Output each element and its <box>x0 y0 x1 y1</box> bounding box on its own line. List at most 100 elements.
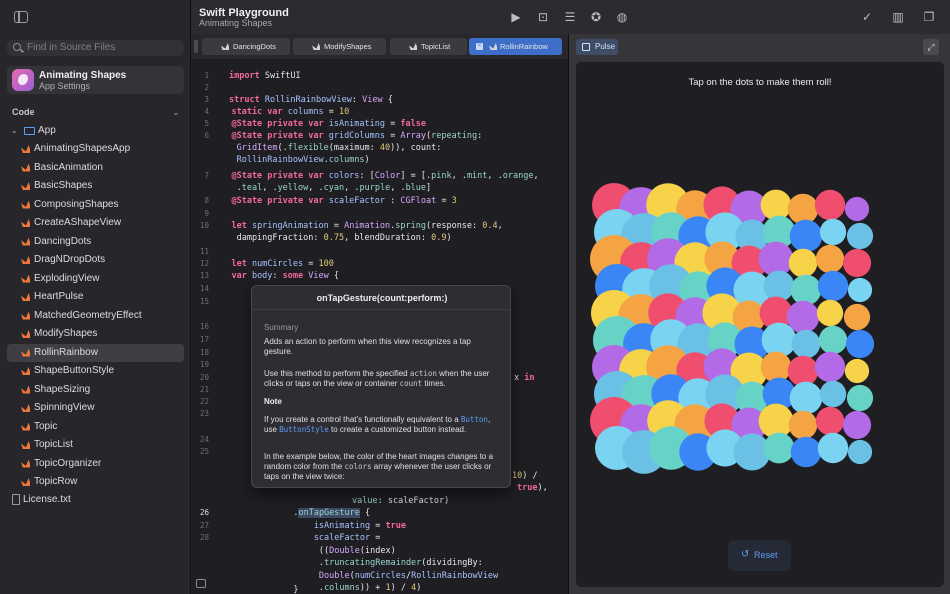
dot[interactable] <box>790 274 822 306</box>
code-line[interactable]: 3 struct RollinRainbowView: View { <box>191 94 568 106</box>
pulse-button[interactable]: Pulse <box>576 39 618 55</box>
sidebar-file-dancingdots[interactable]: DancingDots <box>7 233 184 251</box>
quick-help-popover[interactable]: onTapGesture(count:perform:) Summary Add… <box>251 285 511 488</box>
dot[interactable] <box>819 380 847 408</box>
code-line[interactable]: } <box>191 583 568 594</box>
code-line[interactable]: .truncatingRemainder(dividingBy: <box>191 557 568 569</box>
code-line[interactable]: 8 @State private var scaleFactor : CGFlo… <box>191 195 568 207</box>
play-icon[interactable]: ▶ <box>509 10 523 24</box>
code-line[interactable]: 26 .onTapGesture { <box>191 507 568 519</box>
dot[interactable] <box>787 193 819 225</box>
sidebar-file-shapebuttonstyle[interactable]: ShapeButtonStyle <box>7 362 184 380</box>
stop-icon[interactable]: ⊡ <box>536 10 550 24</box>
dot[interactable] <box>763 432 795 464</box>
tab-modifyshapes[interactable]: ModifyShapes <box>293 38 386 55</box>
dot[interactable] <box>847 277 873 303</box>
file-license[interactable]: License.txt <box>7 491 184 509</box>
code-line[interactable]: dampingFraction: 0.75, blendDuration: 0.… <box>191 232 568 244</box>
dot[interactable] <box>844 358 870 384</box>
tab-topiclist[interactable]: TopicList <box>390 38 467 55</box>
code-line[interactable]: 9 <box>191 208 568 220</box>
sidebar-file-basicshapes[interactable]: BasicShapes <box>7 177 184 195</box>
code-line[interactable]: 27 isAnimating = true <box>191 520 568 532</box>
library-icon[interactable]: ▥ <box>891 10 905 24</box>
dot[interactable] <box>817 270 849 302</box>
sidebar-file-shapesizing[interactable]: ShapeSizing <box>7 381 184 399</box>
dot[interactable] <box>760 189 792 221</box>
dot[interactable] <box>819 218 847 246</box>
code-line[interactable]: 7 @State private var colors: [Color] = [… <box>191 170 568 182</box>
code-line[interactable]: 12 let numCircles = 100 <box>191 258 568 270</box>
dot[interactable] <box>816 299 844 327</box>
sidebar-file-rollinrainbow[interactable]: RollinRainbow <box>7 343 184 362</box>
section-header-code[interactable]: Code <box>12 107 35 117</box>
project-settings-item[interactable]: Animating Shapes App Settings <box>7 66 184 94</box>
sidebar-file-topic[interactable]: Topic <box>7 418 184 436</box>
button-doc-link[interactable]: Button <box>461 415 488 424</box>
code-line[interactable]: .teal, .yellow, .cyan, .purple, .blue] <box>191 182 568 194</box>
sidebar-file-topicorganizer[interactable]: TopicOrganizer <box>7 455 184 473</box>
sidebar-file-modifyshapes[interactable]: ModifyShapes <box>7 325 184 343</box>
search-input[interactable]: Find in Source Files <box>7 40 184 56</box>
code-line[interactable]: RollinRainbowView.columns) <box>191 154 568 166</box>
folder-app[interactable]: ⌄ App <box>7 122 184 140</box>
sidebar-file-composingshapes[interactable]: ComposingShapes <box>7 196 184 214</box>
code-line[interactable]: GridItem(.flexible(maximum: 40)), count: <box>191 142 568 154</box>
dots-grid[interactable] <box>576 62 944 587</box>
dot[interactable] <box>846 222 874 250</box>
dot[interactable] <box>791 329 821 359</box>
dot[interactable] <box>789 381 823 415</box>
dot[interactable] <box>842 248 872 278</box>
tab-dancingdots[interactable]: DancingDots <box>202 38 290 55</box>
dot[interactable] <box>788 248 818 278</box>
dot[interactable] <box>818 325 848 355</box>
dot[interactable] <box>847 439 873 465</box>
code-line[interactable]: 2 <box>191 82 568 94</box>
sidebar-toggle-icon[interactable] <box>14 11 28 23</box>
windows-icon[interactable]: ❐ <box>922 10 936 24</box>
dot[interactable] <box>790 436 822 468</box>
sidebar-file-topicrow[interactable]: TopicRow <box>7 473 184 491</box>
code-line[interactable]: 10 let springAnimation = Animation.sprin… <box>191 220 568 232</box>
dot[interactable] <box>843 303 871 331</box>
code-line[interactable]: value: scaleFactor) <box>191 495 568 507</box>
sidebar-file-matchedgeometryeffect[interactable]: MatchedGeometryEffect <box>7 307 184 325</box>
dot[interactable] <box>846 384 874 412</box>
code-line[interactable]: 28 scaleFactor = <box>191 532 568 544</box>
dot[interactable] <box>844 196 870 222</box>
dot[interactable] <box>760 351 792 383</box>
dot[interactable] <box>789 219 823 253</box>
sidebar-file-explodingview[interactable]: ExplodingView <box>7 270 184 288</box>
dot[interactable] <box>842 410 872 440</box>
dot[interactable] <box>817 432 849 464</box>
reset-button[interactable]: ↺ Reset <box>728 540 791 571</box>
code-line[interactable]: 11 <box>191 246 568 258</box>
dot[interactable] <box>788 410 818 440</box>
dot[interactable] <box>815 406 845 436</box>
code-line[interactable]: 13 var body: some View { <box>191 270 568 282</box>
sidebar-file-dragndropdots[interactable]: DragNDropDots <box>7 251 184 269</box>
close-icon[interactable]: × <box>476 43 483 50</box>
dot[interactable] <box>814 189 846 221</box>
tab-rollinrainbow[interactable]: × RollinRainbow <box>469 38 562 55</box>
code-line[interactable]: 4 static var columns = 10 <box>191 106 568 118</box>
checkmark-circle-icon[interactable]: ✓ <box>860 10 874 24</box>
preview-canvas[interactable]: Tap on the dots to make them roll! ↺ Res… <box>576 62 944 587</box>
console-toggle-icon[interactable] <box>196 579 206 588</box>
dot[interactable] <box>787 355 819 387</box>
code-line[interactable]: Double(numCircles/RollinRainbowView <box>191 570 568 582</box>
settings-sliders-icon[interactable]: ☰ <box>563 10 577 24</box>
chevron-down-icon[interactable]: ⌄ <box>172 107 180 118</box>
buttonstyle-doc-link[interactable]: ButtonStyle <box>279 425 329 434</box>
star-badge-icon[interactable]: ✪ <box>589 10 603 24</box>
sidebar-file-topiclist[interactable]: TopicList <box>7 436 184 454</box>
sidebar-file-heartpulse[interactable]: HeartPulse <box>7 288 184 306</box>
code-line[interactable]: 6 @State private var gridColumns = Array… <box>191 130 568 142</box>
dot[interactable] <box>845 329 875 359</box>
dot[interactable] <box>814 351 846 383</box>
dot[interactable] <box>815 244 845 274</box>
code-line[interactable]: 5 @State private var isAnimating = false <box>191 118 568 130</box>
expand-icon[interactable]: ⤢ <box>923 39 939 55</box>
palette-icon[interactable]: ◍ <box>615 10 629 24</box>
sidebar-file-spinningview[interactable]: SpinningView <box>7 399 184 417</box>
